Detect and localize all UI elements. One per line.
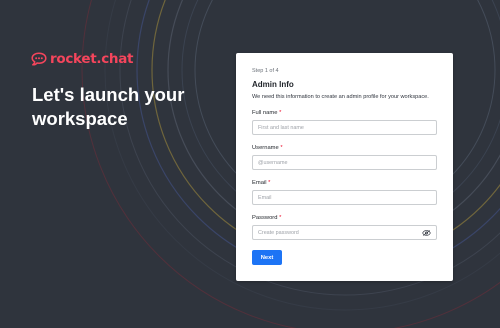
email-input-box[interactable] — [252, 190, 437, 205]
full-name-group: Full name * — [252, 110, 437, 135]
username-label: Username * — [252, 145, 437, 152]
rocket-chat-logo-icon — [31, 52, 47, 66]
step-indicator: Step 1 of 4 — [252, 68, 279, 74]
brand-name: rocket.chat — [50, 51, 134, 67]
full-name-input-box[interactable] — [252, 120, 437, 135]
username-label-text: Username — [252, 145, 279, 151]
password-input-box[interactable] — [252, 225, 437, 240]
next-button[interactable]: Next — [252, 250, 282, 265]
form-description: We need this information to create an ad… — [252, 94, 429, 100]
username-input-box[interactable] — [252, 155, 437, 170]
email-label-text: Email — [252, 180, 267, 186]
full-name-label: Full name * — [252, 110, 437, 117]
full-name-input[interactable] — [258, 124, 431, 131]
full-name-label-text: Full name — [252, 110, 278, 116]
email-input[interactable] — [258, 194, 431, 201]
username-input[interactable] — [258, 159, 431, 166]
hero-line-2: workspace — [32, 108, 128, 129]
username-group: Username * — [252, 145, 437, 170]
required-marker: * — [280, 145, 283, 151]
password-label: Password * — [252, 215, 437, 222]
eye-icon[interactable] — [422, 229, 431, 236]
hero-line-1: Let's launch your — [32, 84, 185, 105]
required-marker: * — [268, 180, 271, 186]
password-group: Password * — [252, 215, 437, 240]
admin-info-form: Step 1 of 4 Admin Info We need this info… — [236, 53, 453, 281]
password-input[interactable] — [258, 229, 422, 236]
required-marker: * — [279, 110, 282, 116]
password-label-text: Password — [252, 215, 278, 221]
form-title: Admin Info — [252, 80, 294, 89]
email-label: Email * — [252, 180, 437, 187]
required-marker: * — [279, 215, 282, 221]
hero-heading: Let's launch your workspace — [32, 83, 222, 131]
brand-logo: rocket.chat — [31, 52, 133, 66]
email-group: Email * — [252, 180, 437, 205]
